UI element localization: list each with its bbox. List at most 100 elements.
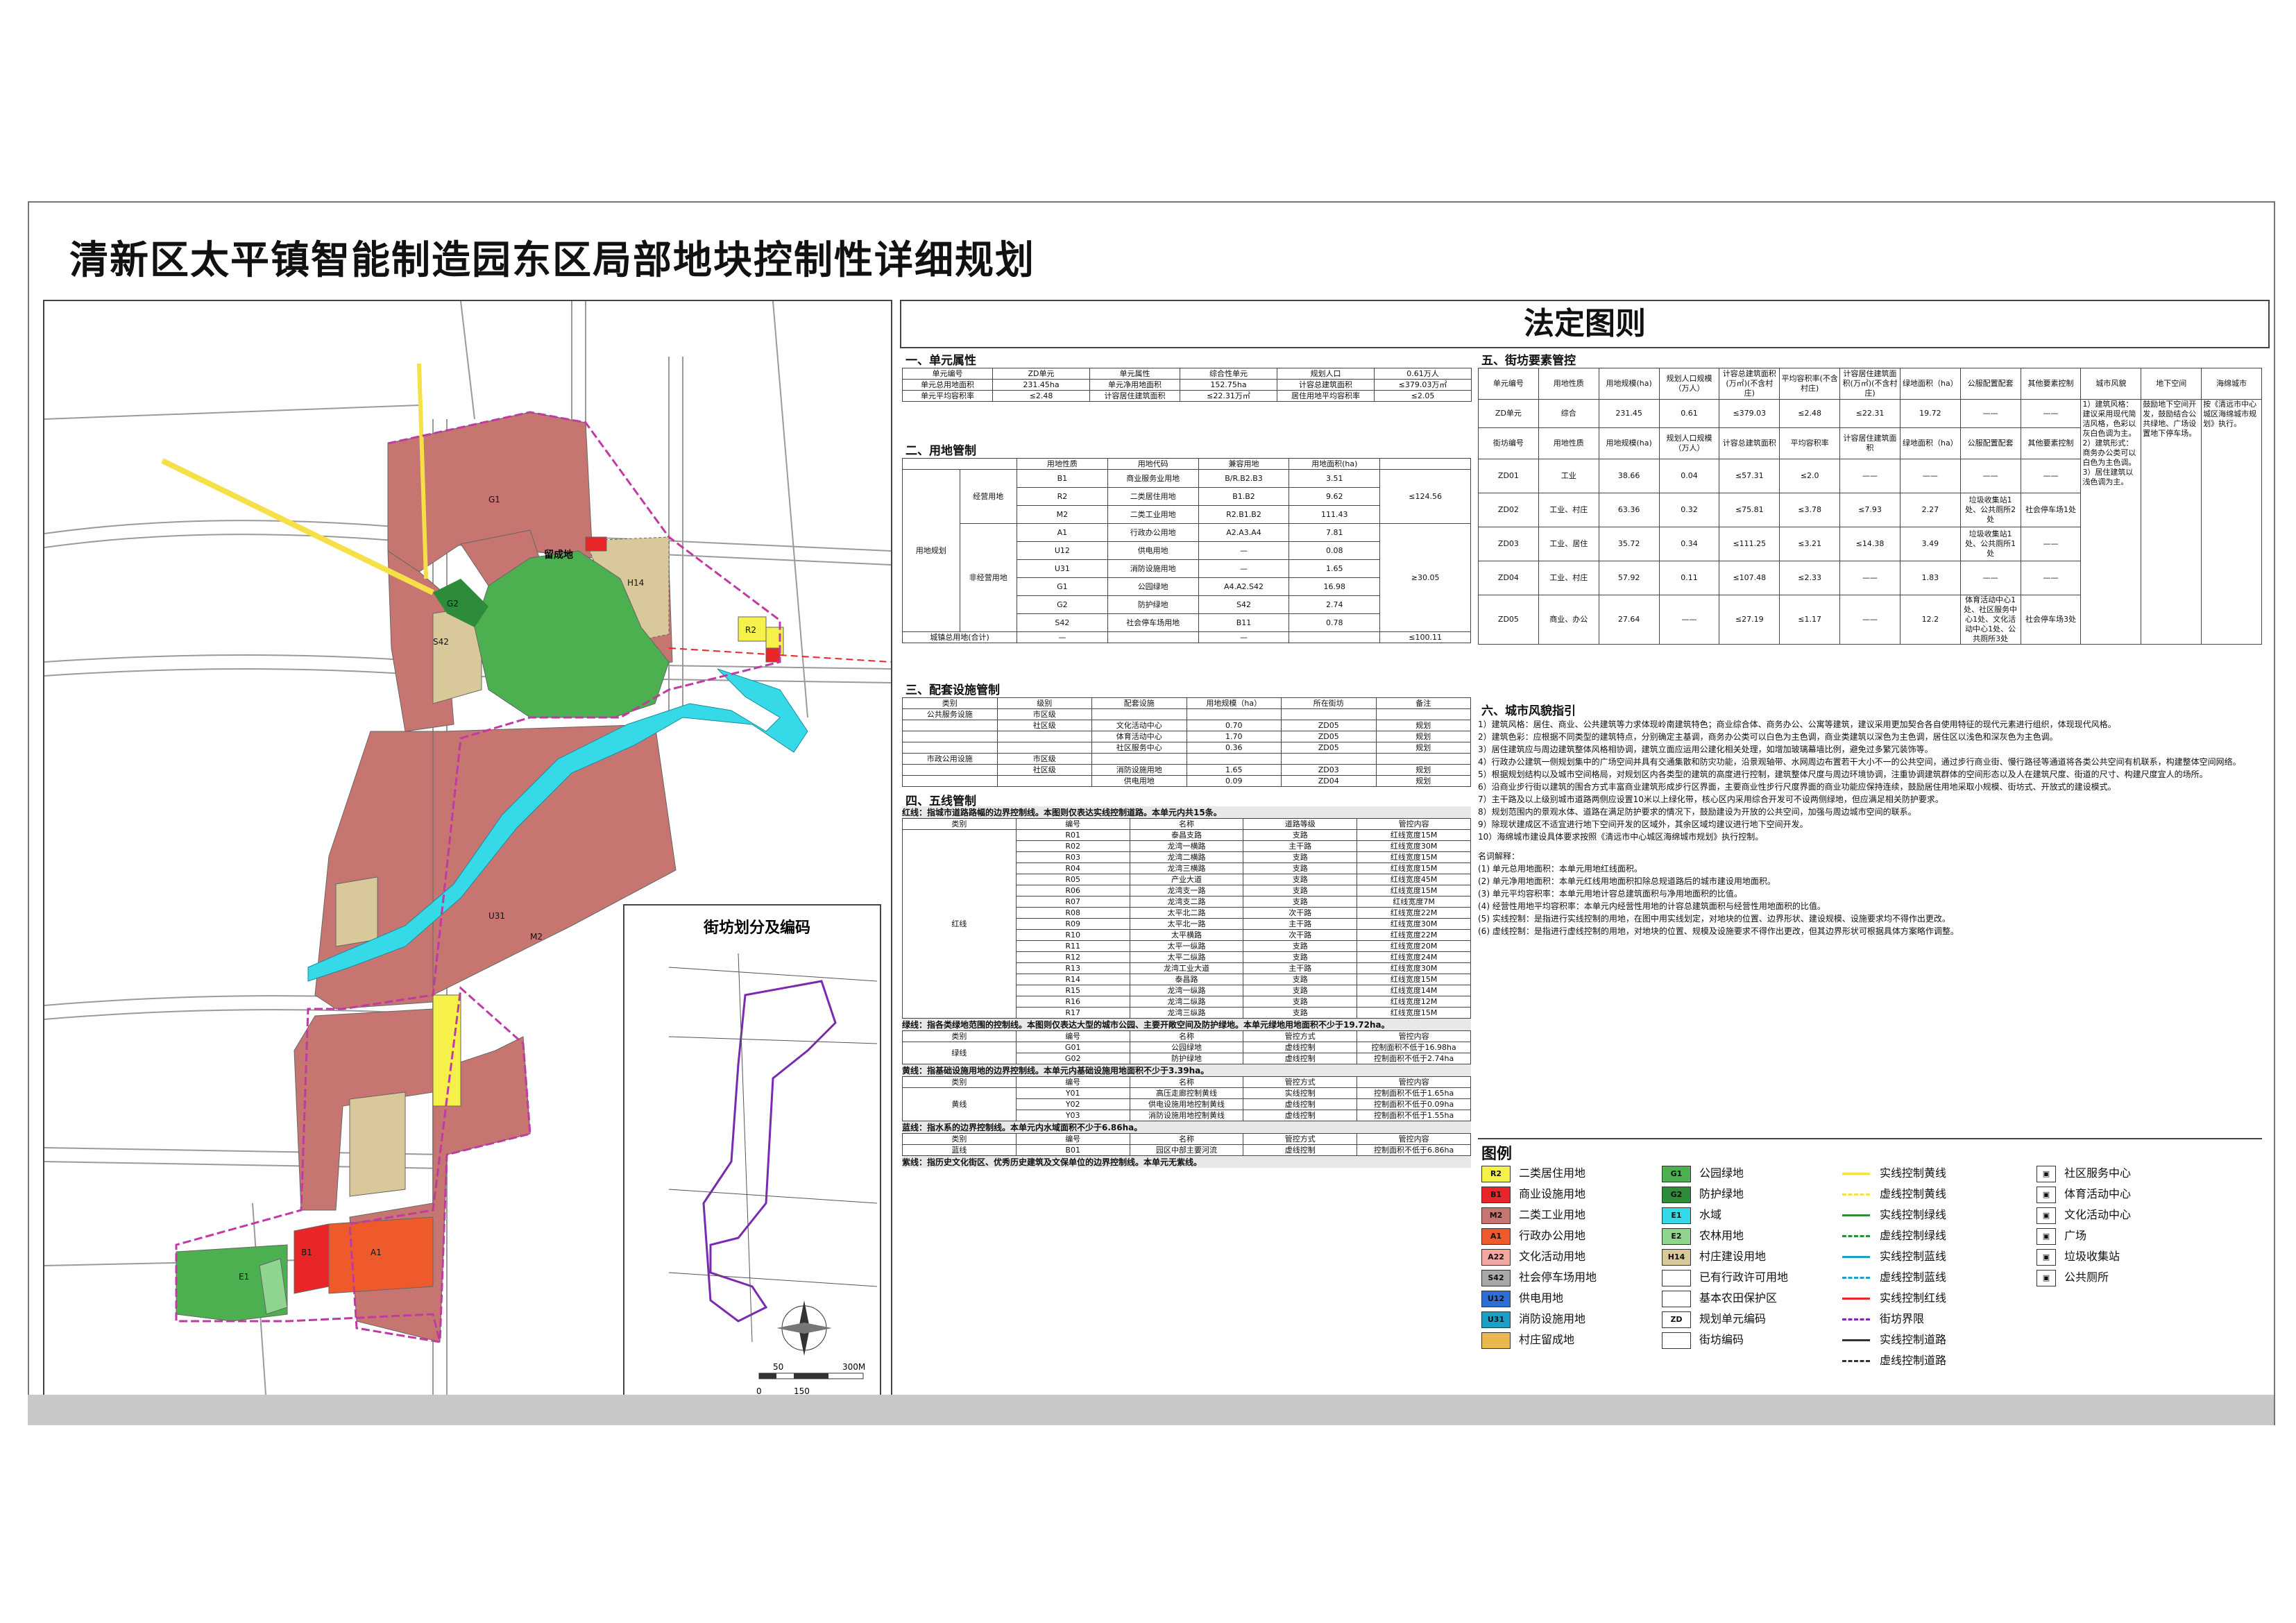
cell: 综合 bbox=[1538, 399, 1599, 428]
cell: A1 bbox=[1017, 523, 1108, 542]
cell: 虚线控制 bbox=[1243, 1042, 1358, 1053]
cell: ≤22.31万㎡ bbox=[1180, 390, 1277, 402]
cell: 其他要素控制 bbox=[2020, 427, 2082, 459]
cell: 2.74 bbox=[1289, 595, 1381, 614]
scale-label-300: 300M bbox=[842, 1362, 865, 1372]
legend-label: 村庄建设用地 bbox=[1699, 1250, 1767, 1263]
cell: 供电用地 bbox=[1091, 775, 1187, 787]
cell: 规划人口 bbox=[1277, 368, 1375, 380]
cell: R12 bbox=[1015, 951, 1130, 963]
cell: 城镇总用地(合计) bbox=[902, 631, 1017, 643]
cell: 152.75ha bbox=[1180, 379, 1277, 391]
table-row: 类别 编号 名称 管控方式 管控内容 bbox=[902, 1030, 1471, 1042]
cell: ≥30.05 bbox=[1379, 523, 1471, 632]
cell: ≤2.0 bbox=[1779, 459, 1841, 493]
cell: 经营用地 bbox=[959, 469, 1017, 524]
cell: 管控方式 bbox=[1243, 1076, 1358, 1088]
legend: R2 二类居住用地 B1 商业设施用地 M2 二类工业用地 A1 行政办公用地 A22 文化活动用… bbox=[1481, 1166, 2259, 1374]
cell: 0.04 bbox=[1658, 459, 1720, 493]
table-row: 红线 R01 泰昌支路 支路 红线宽度15M bbox=[902, 829, 1471, 1019]
cell: — bbox=[1017, 631, 1108, 643]
cell: 0.36 bbox=[1186, 742, 1282, 754]
cell: 绿地面积（ha） bbox=[1899, 368, 1961, 400]
cell: — bbox=[1198, 541, 1290, 560]
legend-label: 社会停车场用地 bbox=[1519, 1271, 1597, 1284]
legend-swatch: B1 bbox=[1481, 1187, 1511, 1203]
cell: 1.65 bbox=[1289, 559, 1381, 578]
cell: 工业、居住 bbox=[1538, 527, 1599, 561]
cell: 红线宽度45M bbox=[1357, 874, 1471, 885]
legend-label: 实线控制红线 bbox=[1880, 1291, 1947, 1305]
cell bbox=[1186, 753, 1282, 765]
sec4-block: 红线：指城市道路路幅的边界控制线。本图则仅表达实线控制道路。本单元内共15条。类… bbox=[902, 806, 1471, 1168]
sec6-block: 1）建筑风格：居住、商业、公共建筑等力求体现岭南建筑特色；商业综合体、商务办公、… bbox=[1478, 718, 2262, 937]
purple-line-note: 紫线：指历史文化街区、优秀历史建筑及文保单位的边界控制线。本单元无紫线。 bbox=[902, 1156, 1471, 1168]
cell: 规划 bbox=[1375, 764, 1471, 776]
cell bbox=[1281, 708, 1377, 720]
cell: Y03 bbox=[1015, 1110, 1130, 1121]
term-item: (1) 单元总用地面积：本单元用地红线面积。 bbox=[1478, 864, 1642, 874]
cell: B/R.B2.B3 bbox=[1198, 469, 1290, 488]
cell: 用地规划 bbox=[902, 469, 960, 632]
cell: 配套设施 bbox=[1091, 697, 1187, 709]
sec2-heading: 二、用地管制 bbox=[905, 444, 976, 458]
cell: ZD04 bbox=[1281, 775, 1377, 787]
cell: ≤1.17 bbox=[1779, 595, 1841, 645]
cell: 龙湾三纵路 bbox=[1129, 1007, 1244, 1019]
cell: 管控方式 bbox=[1243, 1133, 1358, 1145]
cell: 实线控制 bbox=[1243, 1087, 1358, 1099]
legend-line bbox=[1842, 1339, 1870, 1341]
cell: R09 bbox=[1015, 918, 1130, 930]
cell: ZD04 bbox=[1478, 561, 1539, 595]
cell: 控制面积不低于6.86ha bbox=[1357, 1144, 1471, 1156]
cell: 0.32 bbox=[1658, 493, 1720, 527]
cell: 红线宽度15M bbox=[1357, 851, 1471, 863]
red-line-note: 红线：指城市道路路幅的边界控制线。本图则仅表达实线控制道路。本单元内共15条。 bbox=[902, 806, 1471, 818]
cell: 支路 bbox=[1243, 940, 1358, 952]
cell: —— bbox=[1959, 399, 2021, 428]
cell: 绿线 bbox=[902, 1042, 1017, 1064]
table-row: 市政公用设施 市区级 bbox=[902, 753, 1471, 765]
cell: 用地性质 bbox=[1017, 458, 1108, 470]
cell: ≤2.33 bbox=[1779, 561, 1841, 595]
cell: B01 bbox=[1015, 1144, 1130, 1156]
cell: 规划 bbox=[1375, 742, 1471, 754]
guideline-item: 10）海绵城市建设具体要求按照《清远市中心城区海绵城市规划》执行控制。 bbox=[1478, 832, 1764, 842]
cell: 计容居住建筑面积 bbox=[1089, 390, 1180, 402]
cell: R16 bbox=[1015, 996, 1130, 1008]
table-row: 用地性质 用地代码 兼容用地 用地面积(ha) bbox=[902, 458, 1471, 470]
legend-label: 行政办公用地 bbox=[1519, 1229, 1586, 1242]
cell: 主干路 bbox=[1243, 840, 1358, 852]
cell: 供电设施用地控制黄线 bbox=[1129, 1098, 1244, 1110]
legend-swatch: H14 bbox=[1662, 1249, 1691, 1266]
cell: S42 bbox=[1198, 595, 1290, 614]
cell: 计容居住建筑面积(万㎡)(不含村庄) bbox=[1839, 368, 1900, 400]
cell: 主干路 bbox=[1243, 962, 1358, 974]
cell: 规划 bbox=[1375, 720, 1471, 731]
label-s42: S42 bbox=[433, 637, 449, 647]
legend-line bbox=[1842, 1277, 1870, 1279]
cell bbox=[1091, 708, 1187, 720]
cell: 供电用地 bbox=[1107, 541, 1199, 560]
cell: 名称 bbox=[1129, 1030, 1244, 1042]
legend-swatch: E2 bbox=[1662, 1228, 1691, 1245]
label-u31: U31 bbox=[488, 911, 505, 921]
cell: R11 bbox=[1015, 940, 1130, 952]
cell: 文化活动中心 bbox=[1091, 720, 1187, 731]
guideline-item: 2）建筑色彩：应根据不同类型的建筑特点，分别确定主基调，商务办公类可以白色为主色… bbox=[1478, 732, 2058, 742]
cell: 虚线控制 bbox=[1243, 1053, 1358, 1064]
legend-label: 街坊编码 bbox=[1699, 1333, 1744, 1346]
sec2-table: 用地性质 用地代码 兼容用地 用地面积(ha) 用地规划 经营用地 B1 商业服务业用地 B/R… bbox=[902, 458, 1471, 643]
legend-swatch: ZD bbox=[1662, 1311, 1691, 1328]
table-row: 体育活动中心 1.70 ZD05 规划 bbox=[902, 731, 1471, 742]
cell: 红线宽度12M bbox=[1357, 996, 1471, 1008]
legend-label: 虚线控制蓝线 bbox=[1880, 1271, 1947, 1284]
cell: 太平北一路 bbox=[1129, 918, 1244, 930]
cell: 龙湾一横路 bbox=[1129, 840, 1244, 852]
cell: 单元平均容积率 bbox=[902, 390, 993, 402]
cell: 垃圾收集站1处、公共厕所1处 bbox=[1959, 527, 2021, 561]
cell: R07 bbox=[1015, 896, 1130, 908]
label-g1: G1 bbox=[488, 495, 500, 504]
guideline-item: 7）主干路及以上级别城市道路两侧应设置10米以上绿化带，核心区内采用综合开发可不… bbox=[1478, 794, 1944, 804]
cell bbox=[1289, 631, 1381, 643]
